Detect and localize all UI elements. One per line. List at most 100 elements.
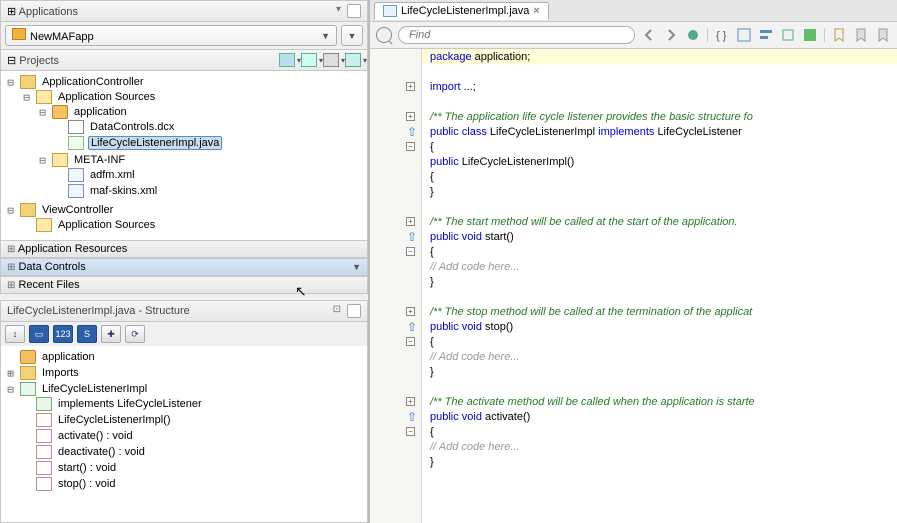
nav-forward-icon[interactable] [663,27,679,43]
application-dropdown[interactable]: NewMAFapp ▼ [5,25,337,46]
tree-node-meta-inf[interactable]: ⊟META-INF [33,153,367,167]
fold-toggle[interactable]: − [406,427,415,436]
fold-toggle[interactable]: + [406,307,415,316]
code-line[interactable]: } [422,274,897,289]
tree-node-datacontrols-dcx[interactable]: ·DataControls.dcx [49,120,367,134]
code-line[interactable]: /** The activate method will be called w… [422,394,897,409]
code-line[interactable]: } [422,454,897,469]
tree-node-application-controller[interactable]: ⊟ApplicationController [1,75,367,89]
override-up-icon[interactable]: ⇧ [407,410,417,424]
struct-node-implements[interactable]: ·implements LifeCycleListener [17,397,367,411]
tree-node-vc-application-sources[interactable]: ·Application Sources [17,218,367,232]
code-line[interactable]: { [422,139,897,154]
code-line[interactable]: /** The application life cycle listener … [422,109,897,124]
filter-icon[interactable]: ▾ [323,53,339,67]
structure-refresh-button[interactable]: ⟳ [125,325,145,343]
block-select-icon[interactable] [736,27,752,43]
code-line[interactable]: public void activate() [422,409,897,424]
fold-toggle[interactable]: + [406,217,415,226]
tree-node-maf-skins-xml[interactable]: ·maf-skins.xml [49,184,367,198]
code-line[interactable]: { [422,424,897,439]
surround-icon[interactable] [780,27,796,43]
bookmark-icon[interactable] [831,27,847,43]
working-sets-icon[interactable]: ▾ [301,53,317,67]
struct-node-class[interactable]: ⊟LifeCycleListenerImpl [1,382,367,396]
project-tree[interactable]: ⊟ApplicationController ⊟Application Sour… [0,71,368,240]
code-line[interactable] [422,289,897,304]
override-up-icon[interactable]: ⇧ [407,125,417,139]
struct-node-activate[interactable]: ·activate() : void [17,429,367,443]
tree-node-view-controller[interactable]: ⊟ViewController [1,203,367,217]
code-line[interactable]: /** The start method will be called at t… [422,214,897,229]
tree-node-lifecyclelistenerimpl-java[interactable]: ·LifeCycleListenerImpl.java [49,136,367,150]
code-line[interactable]: // Add code here... [422,439,897,454]
fold-toggle[interactable]: + [406,397,415,406]
fold-toggle[interactable]: + [406,112,415,121]
nav-back-icon[interactable] [641,27,657,43]
editor-tab-lifecyclelistenerimpl[interactable]: LifeCycleListenerImpl.java × [374,2,549,20]
structure-sort-button[interactable]: ↕ [5,325,25,343]
minimize-button[interactable] [347,4,361,18]
prev-bookmark-icon[interactable] [853,27,869,43]
struct-node-stop[interactable]: ·stop() : void [17,477,367,491]
fold-toggle[interactable]: − [406,142,415,151]
data-controls-panel[interactable]: ⊞ Data Controls▼ [0,258,368,276]
code-line[interactable]: public void start() [422,229,897,244]
code-line[interactable]: // Add code here... [422,259,897,274]
layout-icon[interactable]: ▾ [345,53,361,67]
close-tab-button[interactable]: × [533,5,539,17]
fold-toggle[interactable]: − [406,247,415,256]
refresh-icon[interactable]: ▾ [279,53,295,67]
braces-icon[interactable]: { } [714,27,730,43]
code-line[interactable] [422,64,897,79]
struct-node-imports[interactable]: ⊞Imports [1,366,367,380]
recent-files-panel[interactable]: ⊞ Recent Files [0,276,368,294]
override-up-icon[interactable]: ⇧ [407,320,417,334]
expand-minus[interactable]: ⊟ [7,55,16,67]
gutter[interactable]: + + ⇧ − + ⇧ − + ⇧ − + [370,49,422,523]
struct-node-start[interactable]: ·start() : void [17,461,367,475]
next-bookmark-icon[interactable] [875,27,891,43]
struct-node-ctor[interactable]: ·LifeCycleListenerImpl() [17,413,367,427]
code-line[interactable]: package application; [422,49,897,64]
struct-node-deactivate[interactable]: ·deactivate() : void [17,445,367,459]
code-line[interactable]: public LifeCycleListenerImpl() [422,154,897,169]
tree-node-adfm-xml[interactable]: ·adfm.xml [49,168,367,182]
code-line[interactable]: /** The stop method will be called at th… [422,304,897,319]
code-line[interactable]: { [422,244,897,259]
code-line[interactable]: import ...; [422,79,897,94]
search-icon[interactable] [376,27,392,43]
code-line[interactable] [422,379,897,394]
expand-plus[interactable]: ⊞ [7,6,16,18]
struct-node-package[interactable]: ·application [1,350,367,364]
code-line[interactable]: { [422,169,897,184]
code-line[interactable]: public void stop() [422,319,897,334]
reformat-icon[interactable] [758,27,774,43]
application-resources-panel[interactable]: ⊞ Application Resources [0,240,368,258]
fold-toggle[interactable]: − [406,337,415,346]
code-line[interactable]: { [422,334,897,349]
override-up-icon[interactable]: ⇧ [407,230,417,244]
debug-icon[interactable] [685,27,701,43]
code-line[interactable]: } [422,364,897,379]
structure-new-button[interactable]: ✚ [101,325,121,343]
tree-node-application-pkg[interactable]: ⊟application [33,105,367,119]
application-menu-button[interactable]: ▼ [341,25,363,46]
code-line[interactable]: public class LifeCycleListenerImpl imple… [422,124,897,139]
find-input[interactable] [398,26,635,44]
structure-public-button[interactable]: S [77,325,97,343]
tree-node-application-sources[interactable]: ⊟Application Sources [17,90,367,104]
structure-static-button[interactable]: 123 [53,325,73,343]
generate-icon[interactable] [802,27,818,43]
fold-toggle[interactable]: + [406,82,415,91]
structure-minimize-button[interactable] [347,304,361,318]
window-options-button[interactable]: ▾ [334,4,343,18]
code-line[interactable] [422,94,897,109]
structure-tree[interactable]: ·application ⊞Imports ⊟LifeCycleListener… [0,346,368,523]
structure-fields-button[interactable]: ▭ [29,325,49,343]
code-line[interactable]: // Add code here... [422,349,897,364]
code-line[interactable] [422,199,897,214]
code-line[interactable]: } [422,184,897,199]
structure-pin-button[interactable]: ⊡ [331,304,343,318]
code-editor[interactable]: + + ⇧ − + ⇧ − + ⇧ − + [370,49,897,523]
